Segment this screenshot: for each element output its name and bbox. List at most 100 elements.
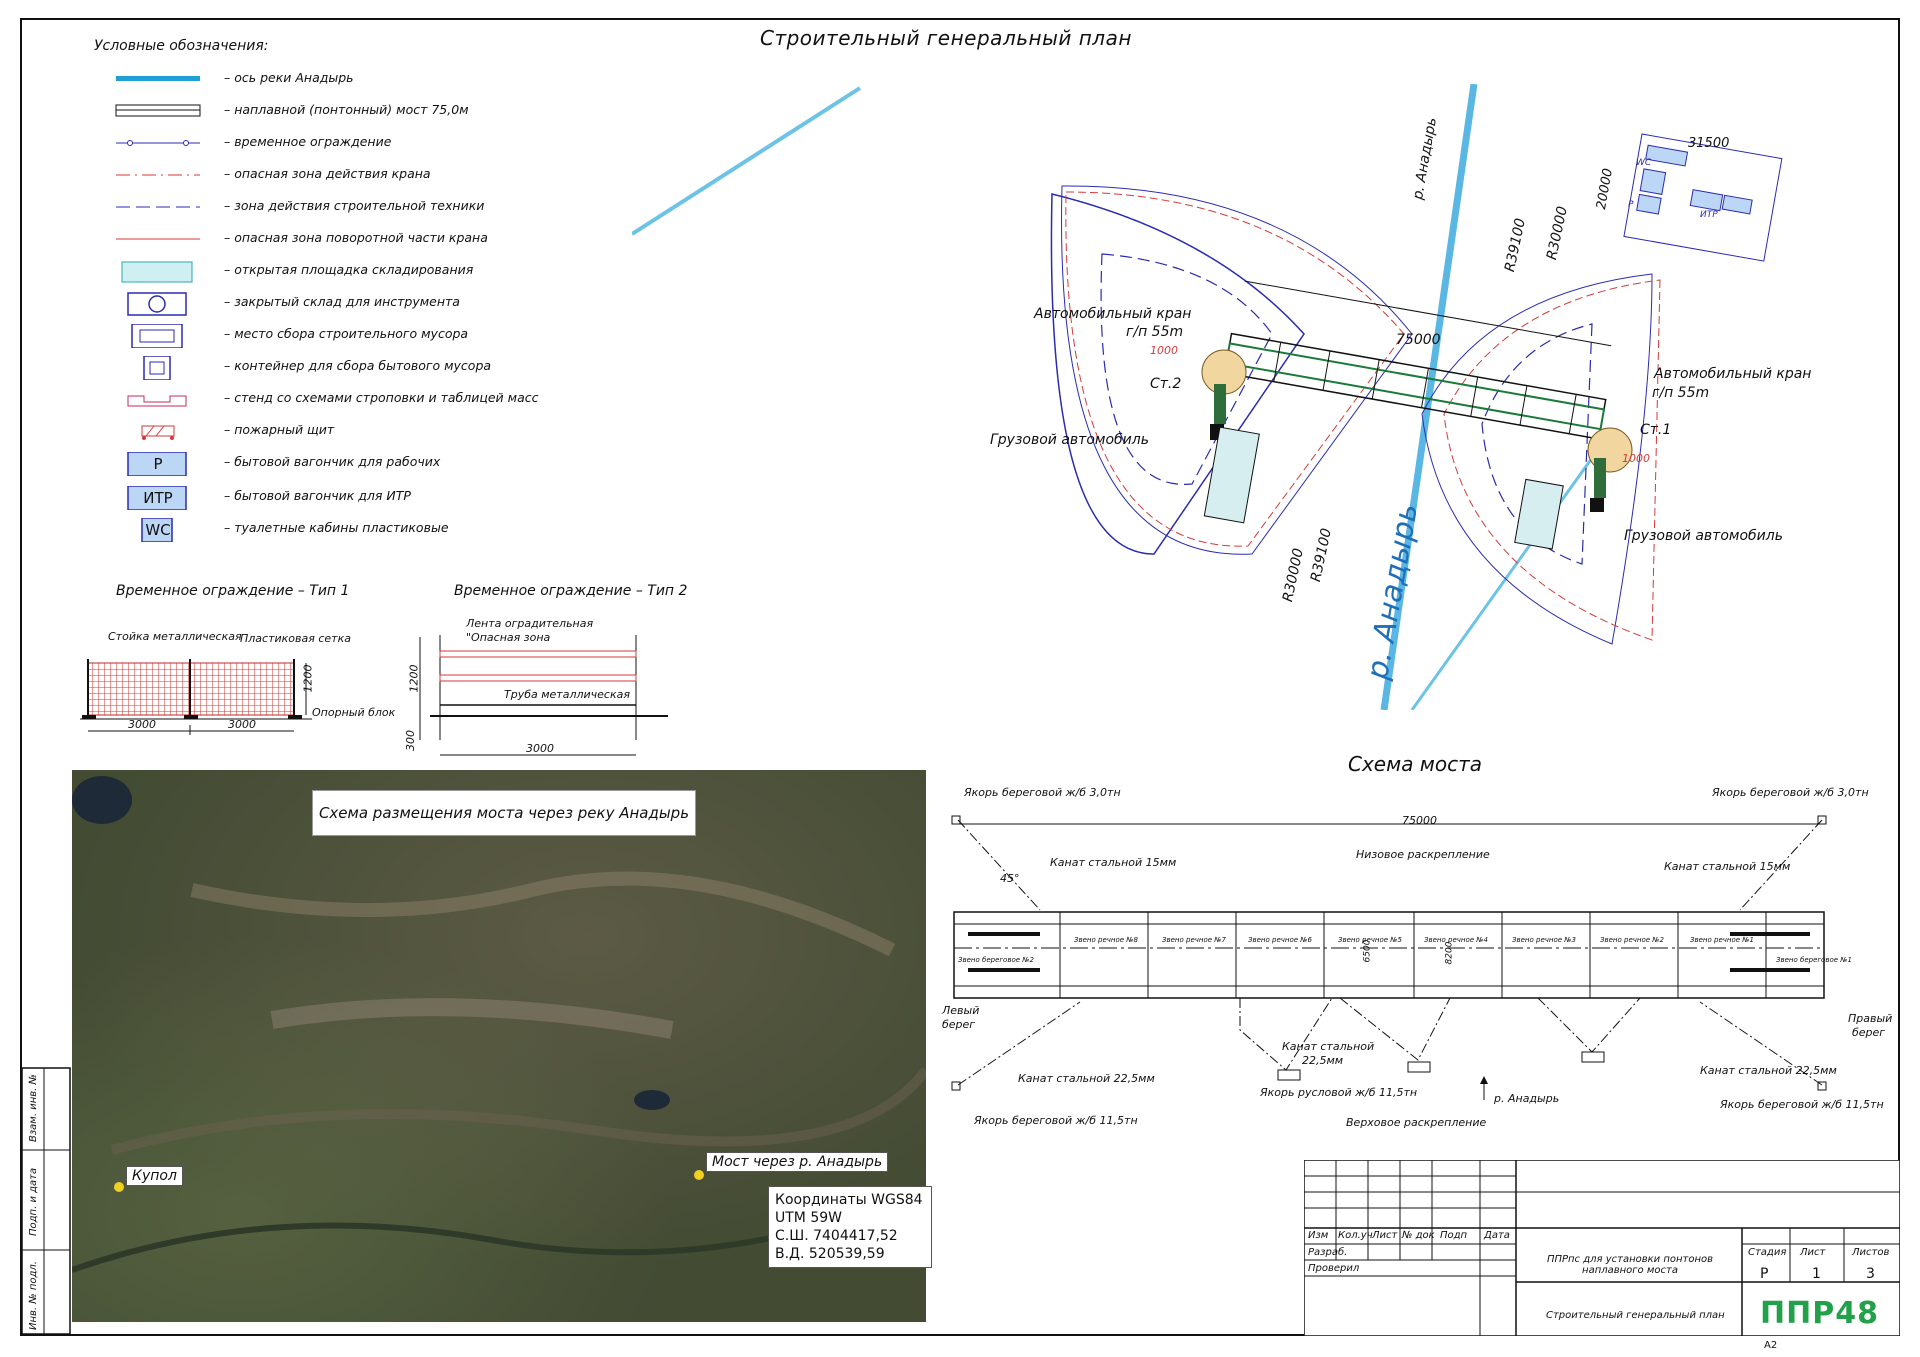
legend-row: – наплавной (понтонный) мост 75,0м [110, 98, 630, 122]
legend-row: – стенд со схемами строповки и таблицей … [110, 386, 630, 410]
bridge-width-8200: 8200 [1444, 941, 1455, 965]
crane-right-label: Автомобильный кран [1654, 366, 1812, 382]
anchor-top-left-label: Якорь береговой ж/б 3,0тн [964, 786, 1121, 799]
side-inv-label: Инв. № подл. [28, 1261, 39, 1330]
legend-row: – контейнер для сбора бытового мусора [110, 354, 630, 381]
bridge-link-label: Звено речное №1 [1690, 936, 1755, 944]
truck-left-label: Грузовой автомобиль [990, 432, 1149, 448]
crane-left-capacity: г/п 55m [1126, 324, 1184, 340]
coords-line-1: Координаты WGS84 [775, 1192, 923, 1208]
anchor-bottom-right-label: Якорь береговой ж/б 11,5тн [1720, 1098, 1884, 1111]
legend-row: – зона действия строительной техники [110, 194, 630, 218]
crane-rotation-zone-icon [110, 228, 206, 250]
fence1-mesh-label: Пластиковая сетка [240, 632, 351, 645]
legend-row: – открытая площадка складирования [110, 258, 630, 283]
bridge-link-label: Звено береговое №2 [958, 956, 1035, 964]
bridge-span-dimension: 75000 [1402, 814, 1437, 827]
stand-1-label: Ст.1 [1640, 422, 1672, 438]
fence1-post-label: Стойка металлическая [108, 630, 242, 643]
marker-bridge-icon [694, 1170, 704, 1180]
bridge-link-label: Звено речное №6 [1248, 936, 1313, 944]
debris-collection-icon [110, 323, 206, 349]
tb-sheets: 3 [1866, 1266, 1875, 1282]
bridge-scheme-title: Схема моста [1348, 752, 1483, 776]
legend-text: – стенд со схемами строповки и таблицей … [224, 390, 539, 405]
legend-text: – пожарный щит [224, 422, 335, 437]
lower-bracing-label: Низовое раскрепление [1356, 848, 1490, 861]
upper-bracing-label: Верховое раскрепление [1346, 1116, 1487, 1129]
cable-bottom-right-label: Канат стальной 22,5мм [1700, 1064, 1837, 1077]
bridge-link-label: Звено речное №7 [1162, 936, 1227, 944]
title-block-column-header: Кол.уч [1338, 1230, 1373, 1241]
fence2-tape-label: Лента оградительная [466, 617, 594, 630]
legend-row: – пожарный щит [110, 418, 630, 442]
crane-right-capacity: г/п 55m [1652, 385, 1710, 401]
legend-row: – опасная зона поворотной части крана [110, 226, 630, 250]
legend-text: – место сбора строительного мусора [224, 326, 469, 341]
legend-text: – наплавной (понтонный) мост 75,0м [224, 102, 469, 117]
temporary-fence-icon [110, 132, 206, 154]
legend-row: – временное ограждение [110, 130, 630, 154]
marker-kupol-icon [114, 1182, 124, 1192]
tb-sheets-header: Листов [1852, 1247, 1890, 1258]
fence2-pipe-label: Труба металлическая [504, 688, 630, 701]
anchor-river-label: Якорь русловой ж/б 11,5тн [1260, 1086, 1418, 1099]
fence1-span2: 3000 [228, 718, 256, 731]
plan-offset-right: 1000 [1622, 452, 1650, 465]
title-block-column-header: Изм [1308, 1230, 1329, 1241]
right-bank-label: Правый [1848, 1012, 1893, 1025]
legend-row: WC – туалетные кабины пластиковые [110, 516, 630, 543]
legend-text: – ось реки Анадырь [224, 70, 354, 85]
tb-sheet-name: Строительный генеральный план [1546, 1310, 1725, 1321]
tb-project: ППРпс для установки понтонов наплавного … [1546, 1254, 1714, 1276]
bridge-link-label: Звено речное №5 [1338, 936, 1403, 944]
plan-offset-left: 1000 [1150, 344, 1178, 357]
cable-middle-label: Канат стальной [1282, 1040, 1375, 1053]
site-wc-label: WC [1636, 158, 1652, 168]
waste-container-icon [110, 355, 206, 381]
coords-line-2: UTM 59W [775, 1210, 842, 1226]
tb-stage: Р [1760, 1266, 1769, 1282]
tb-developer: Разраб. [1308, 1247, 1348, 1258]
machinery-zone-icon [110, 196, 206, 218]
fence2-tape2-label: "Опасная зона [466, 631, 551, 644]
legend-row: – закрытый склад для инструмента [110, 290, 630, 316]
marker-bridge-label: Мост через р. Анадырь [706, 1152, 889, 1172]
left-bank-label-2: берег [942, 1018, 976, 1031]
drawing-title: Строительный генеральный план [760, 26, 1132, 50]
marker-kupol-label: Купол [126, 1166, 183, 1186]
legend-row: – опасная зона действия крана [110, 162, 630, 186]
legend-text: – бытовой вагончик для рабочих [224, 454, 441, 469]
legend-symbol-label: ИТР [143, 489, 173, 507]
left-bank-label: Левый [942, 1004, 980, 1017]
legend-text: – зона действия строительной техники [224, 198, 485, 213]
toilet-icon: WC [110, 517, 206, 543]
site-itr-label: ИТР [1700, 210, 1718, 220]
legend-text: – опасная зона поворотной части крана [224, 230, 488, 245]
title-block-column-header: Подп [1440, 1230, 1468, 1241]
coordinates-box: Координаты WGS84 UTM 59W С.Ш. 7404417,52… [768, 1186, 932, 1268]
crane-left-label: Автомобильный кран [1034, 306, 1192, 322]
fence1-span1: 3000 [128, 718, 156, 731]
title-block-column-header: Дата [1484, 1230, 1510, 1241]
right-bank-label-2: берег [1852, 1026, 1886, 1039]
legend-text: – туалетные кабины пластиковые [224, 520, 449, 535]
bridge-link-label: Звено береговое №1 [1776, 956, 1853, 964]
plan-span-dimension: 75000 [1396, 332, 1441, 348]
bridge-link-label: Звено речное №3 [1512, 936, 1577, 944]
tool-storage-icon [110, 292, 206, 316]
anchor-top-right-label: Якорь береговой ж/б 3,0тн [1712, 786, 1869, 799]
river-flow-label: р. Анадырь [1494, 1092, 1560, 1105]
angle-top-left: 45° [1000, 872, 1020, 885]
company-logo: ППР48 [1760, 1296, 1879, 1331]
cable-top-right-label: Канат стальной 15мм [1664, 860, 1791, 873]
legend-text: – закрытый склад для инструмента [224, 294, 460, 309]
cable-bottom-left-label: Канат стальной 22,5мм [1018, 1072, 1155, 1085]
fence-type1-title: Временное ограждение – Тип 1 [116, 583, 350, 599]
tb-sheet: 1 [1812, 1266, 1821, 1282]
legend-text: – бытовой вагончик для ИТР [224, 488, 411, 503]
tb-stage-header: Стадия [1748, 1247, 1787, 1258]
fence2-span: 3000 [526, 742, 554, 755]
tb-sheet-header: Лист [1800, 1247, 1826, 1258]
worker-trailer-icon: Р [110, 451, 206, 477]
